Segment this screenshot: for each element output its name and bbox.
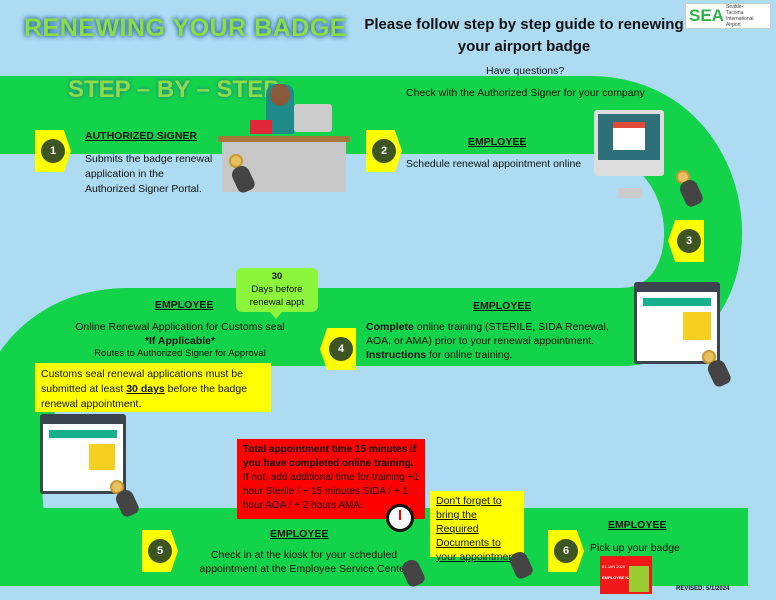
person-head [270, 84, 290, 106]
step-1-role: AUTHORIZED SIGNER [85, 130, 198, 142]
stopwatch-icon [386, 504, 414, 532]
revised-date: REVISED: 5/1/2024 [676, 586, 730, 592]
step-6-text: Pick up your badge [590, 542, 680, 554]
step-6-role: EMPLOYEE [608, 519, 667, 531]
questions-line1: Have questions? [486, 65, 565, 77]
step-by-step-title: STEP – BY – STEP [68, 76, 280, 103]
customs-line1: Online Renewal Application for Customs s… [75, 321, 285, 333]
monitor-calendar-icon [594, 110, 664, 176]
step-5-role: EMPLOYEE [270, 528, 329, 540]
customs-line2: *If Applicable* [144, 335, 216, 347]
step-4-role: EMPLOYEE [473, 300, 532, 312]
badge-card-icon: 01 JAN 2020 EMPLOYEE NAME [600, 556, 652, 594]
step-5-badge: 5 [142, 530, 178, 572]
books-icon [250, 120, 272, 134]
step-4-text: Complete online training (STERILE, SIDA … [366, 321, 609, 361]
required-documents-link[interactable]: Don't forget to bring the Required Docum… [430, 491, 524, 563]
step-2-role: EMPLOYEE [468, 136, 527, 148]
step-1-text: Submits the badge renewal application in… [85, 153, 213, 195]
step-1-badge: 1 [35, 130, 71, 172]
customs-role: EMPLOYEE [155, 299, 214, 311]
sea-logo: SEA Seattle-Tacoma International Airport [685, 3, 771, 29]
heading: Please follow step by step guide to rene… [364, 16, 684, 55]
questions-line2: Check with the Authorized Signer for you… [406, 87, 645, 99]
days-bubble: 30 Days before renewal appt [236, 268, 318, 319]
step-3-badge: 3 [668, 220, 704, 262]
step-2-badge: 2 [366, 130, 402, 172]
step-4-badge: 4 [320, 328, 356, 370]
customs-note: Customs seal renewal applications must b… [35, 363, 271, 412]
step-5-text: Check in at the kiosk for your scheduled… [199, 549, 409, 575]
step-2-text: Schedule renewal appointment online [406, 158, 582, 170]
computer-icon [294, 104, 332, 132]
step-6-badge: 6 [548, 530, 584, 572]
page-title: RENEWING YOUR BADGE [24, 14, 347, 42]
monitor-stand [618, 188, 642, 198]
customs-line3: Routes to Authorized Signer for Approval [94, 348, 266, 359]
